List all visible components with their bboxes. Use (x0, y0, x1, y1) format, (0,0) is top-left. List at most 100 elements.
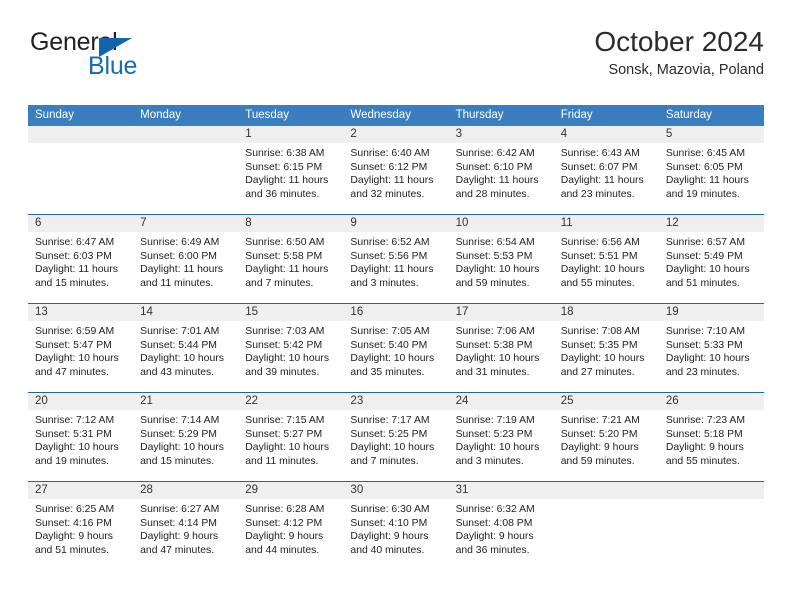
calendar-day-cell[interactable]: 20 Sunrise: 7:12 AM Sunset: 5:31 PM Dayligh… (28, 393, 134, 481)
day-sun-info: Sunrise: 6:25 AM Sunset: 4:16 PM Daylight:… (28, 499, 133, 557)
calendar-day-cell[interactable]: 29 Sunrise: 6:28 AM Sunset: 4:12 PM Dayligh… (238, 482, 344, 570)
calendar-day-cell[interactable]: 4 Sunrise: 6:43 AM Sunset: 6:07 PM Daylight… (553, 126, 659, 214)
daylight-text: Daylight: 11 hours and 32 minutes. (350, 175, 434, 200)
daylight-text: Daylight: 11 hours and 3 minutes. (350, 264, 434, 289)
sunset-text: Sunset: 4:16 PM (35, 517, 112, 529)
day-number: 3 (448, 126, 554, 143)
weekday-header-monday: Monday (140, 109, 182, 121)
day-number: 28 (133, 482, 239, 499)
calendar-day-cell[interactable]: 1 Sunrise: 6:38 AM Sunset: 6:15 PM Daylight… (238, 126, 344, 214)
calendar-day-cell[interactable]: 7 Sunrise: 6:49 AM Sunset: 6:00 PM Daylight… (133, 215, 239, 303)
calendar-day-cell[interactable]: 22 Sunrise: 7:15 AM Sunset: 5:27 PM Dayligh… (238, 393, 344, 481)
calendar-day-cell[interactable]: 8 Sunrise: 6:50 AM Sunset: 5:58 PM Daylight… (238, 215, 344, 303)
calendar-day-cell[interactable]: 15 Sunrise: 7:03 AM Sunset: 5:42 PM Dayligh… (238, 304, 344, 392)
sunrise-text: Sunrise: 7:21 AM (560, 415, 640, 426)
calendar-day-cell[interactable]: 26 Sunrise: 7:23 AM Sunset: 5:18 PM Dayligh… (658, 393, 764, 481)
sunrise-text: Sunrise: 7:17 AM (350, 415, 430, 426)
sunrise-text: Sunrise: 7:23 AM (665, 415, 745, 426)
sunrise-text: Sunrise: 6:57 AM (665, 237, 745, 248)
weekday-header-thursday: Thursday (455, 109, 504, 121)
daylight-text: Daylight: 11 hours and 28 minutes. (455, 175, 539, 200)
day-number: 25 (553, 393, 659, 410)
calendar-weeks: 1 Sunrise: 6:38 AM Sunset: 6:15 PM Daylight… (28, 126, 764, 570)
calendar-day-cell[interactable]: 24 Sunrise: 7:19 AM Sunset: 5:23 PM Dayligh… (448, 393, 554, 481)
calendar-day-cell[interactable]: 12 Sunrise: 6:57 AM Sunset: 5:49 PM Dayligh… (658, 215, 764, 303)
sunset-text: Sunset: 5:58 PM (245, 250, 323, 262)
calendar-day-cell[interactable]: 19 Sunrise: 7:10 AM Sunset: 5:33 PM Dayligh… (658, 304, 764, 392)
sunrise-text: Sunrise: 7:08 AM (560, 326, 640, 337)
calendar-day-cell[interactable]: 9 Sunrise: 6:52 AM Sunset: 5:56 PM Daylight… (343, 215, 449, 303)
calendar-page: General Blue October 2024 Sonsk, Mazovia… (0, 0, 792, 612)
sunset-text: Sunset: 4:12 PM (245, 517, 323, 529)
daylight-text: Daylight: 10 hours and 39 minutes. (245, 353, 330, 378)
sunset-text: Sunset: 6:07 PM (560, 161, 638, 173)
day-number: 11 (553, 215, 659, 232)
daylight-text: Daylight: 10 hours and 59 minutes. (455, 264, 540, 289)
day-sun-info: Sunrise: 6:47 AM Sunset: 6:03 PM Daylight:… (28, 232, 133, 290)
day-number (133, 126, 239, 143)
calendar-day-cell[interactable]: 28 Sunrise: 6:27 AM Sunset: 4:14 PM Dayligh… (133, 482, 239, 570)
sunset-text: Sunset: 5:29 PM (140, 428, 217, 440)
calendar-day-cell[interactable]: 3 Sunrise: 6:42 AM Sunset: 6:10 PM Daylight… (448, 126, 554, 214)
calendar-day-cell[interactable]: 27 Sunrise: 6:25 AM Sunset: 4:16 PM Dayligh… (28, 482, 134, 570)
day-sun-info: Sunrise: 6:59 AM Sunset: 5:47 PM Daylight:… (28, 321, 133, 379)
calendar-day-cell[interactable]: 17 Sunrise: 7:06 AM Sunset: 5:38 PM Dayligh… (448, 304, 554, 392)
daylight-text: Daylight: 10 hours and 35 minutes. (350, 353, 435, 378)
day-number: 6 (28, 215, 134, 232)
calendar-day-cell[interactable]: 5 Sunrise: 6:45 AM Sunset: 6:05 PM Daylight… (658, 126, 764, 214)
daylight-text: Daylight: 9 hours and 40 minutes. (350, 531, 429, 556)
sunset-text: Sunset: 5:49 PM (665, 250, 743, 262)
daylight-text: Daylight: 11 hours and 15 minutes. (35, 264, 118, 289)
calendar-day-cell[interactable]: 31 Sunrise: 6:32 AM Sunset: 4:08 PM Dayligh… (448, 482, 554, 570)
location-subtitle: Sonsk, Mazovia, Poland (608, 62, 764, 79)
day-number: 15 (238, 304, 344, 321)
calendar-day-cell[interactable]: 25 Sunrise: 7:21 AM Sunset: 5:20 PM Dayligh… (553, 393, 659, 481)
daylight-text: Daylight: 11 hours and 36 minutes. (245, 175, 329, 200)
calendar-day-cell[interactable]: 2 Sunrise: 6:40 AM Sunset: 6:12 PM Daylight… (343, 126, 449, 214)
sunrise-text: Sunrise: 6:40 AM (350, 148, 430, 159)
daylight-text: Daylight: 10 hours and 3 minutes. (455, 442, 540, 467)
general-blue-logo[interactable]: General Blue (28, 26, 328, 90)
sunset-text: Sunset: 4:14 PM (140, 517, 217, 529)
calendar-day-cell-empty (28, 126, 134, 214)
calendar-day-cell[interactable]: 18 Sunrise: 7:08 AM Sunset: 5:35 PM Dayligh… (553, 304, 659, 392)
sunset-text: Sunset: 5:35 PM (560, 339, 638, 351)
sunset-text: Sunset: 5:53 PM (455, 250, 533, 262)
sunrise-text: Sunrise: 6:54 AM (455, 237, 535, 248)
sunrise-text: Sunrise: 6:25 AM (35, 504, 115, 515)
day-number: 16 (343, 304, 449, 321)
calendar-week-row: 6 Sunrise: 6:47 AM Sunset: 6:03 PM Daylight… (28, 214, 764, 303)
day-sun-info: Sunrise: 6:27 AM Sunset: 4:14 PM Daylight:… (133, 499, 238, 557)
calendar-day-cell[interactable]: 6 Sunrise: 6:47 AM Sunset: 6:03 PM Daylight… (28, 215, 134, 303)
sunrise-text: Sunrise: 6:43 AM (560, 148, 640, 159)
calendar-day-cell[interactable]: 13 Sunrise: 6:59 AM Sunset: 5:47 PM Dayligh… (28, 304, 134, 392)
day-sun-info: Sunrise: 7:15 AM Sunset: 5:27 PM Daylight:… (238, 410, 343, 468)
calendar-grid: Sunday Monday Tuesday Wednesday Thursday… (28, 105, 764, 570)
calendar-day-cell[interactable]: 23 Sunrise: 7:17 AM Sunset: 5:25 PM Dayligh… (343, 393, 449, 481)
sunset-text: Sunset: 5:18 PM (665, 428, 743, 440)
sunset-text: Sunset: 5:33 PM (665, 339, 743, 351)
day-sun-info: Sunrise: 7:01 AM Sunset: 5:44 PM Daylight:… (133, 321, 238, 379)
day-sun-info: Sunrise: 7:14 AM Sunset: 5:29 PM Daylight:… (133, 410, 238, 468)
calendar-day-cell[interactable]: 11 Sunrise: 6:56 AM Sunset: 5:51 PM Dayligh… (553, 215, 659, 303)
calendar-day-cell[interactable]: 10 Sunrise: 6:54 AM Sunset: 5:53 PM Dayligh… (448, 215, 554, 303)
sunrise-text: Sunrise: 6:59 AM (35, 326, 115, 337)
sunrise-text: Sunrise: 6:52 AM (350, 237, 430, 248)
sunrise-text: Sunrise: 6:56 AM (560, 237, 640, 248)
daylight-text: Daylight: 10 hours and 19 minutes. (35, 442, 119, 467)
calendar-day-cell[interactable]: 21 Sunrise: 7:14 AM Sunset: 5:29 PM Dayligh… (133, 393, 239, 481)
calendar-day-cell[interactable]: 30 Sunrise: 6:30 AM Sunset: 4:10 PM Dayligh… (343, 482, 449, 570)
sunrise-text: Sunrise: 6:38 AM (245, 148, 325, 159)
calendar-day-cell[interactable]: 14 Sunrise: 7:01 AM Sunset: 5:44 PM Dayligh… (133, 304, 239, 392)
calendar-day-cell[interactable]: 16 Sunrise: 7:05 AM Sunset: 5:40 PM Dayligh… (343, 304, 449, 392)
day-sun-info: Sunrise: 7:23 AM Sunset: 5:18 PM Daylight:… (659, 410, 764, 468)
daylight-text: Daylight: 9 hours and 36 minutes. (455, 531, 534, 556)
daylight-text: Daylight: 10 hours and 27 minutes. (560, 353, 645, 378)
logo-text-blue: Blue (88, 52, 138, 80)
day-sun-info: Sunrise: 6:57 AM Sunset: 5:49 PM Daylight:… (659, 232, 764, 290)
day-number: 29 (238, 482, 344, 499)
calendar-day-cell-empty (133, 126, 239, 214)
day-number: 2 (343, 126, 449, 143)
daylight-text: Daylight: 10 hours and 23 minutes. (665, 353, 750, 378)
sunset-text: Sunset: 5:38 PM (455, 339, 533, 351)
